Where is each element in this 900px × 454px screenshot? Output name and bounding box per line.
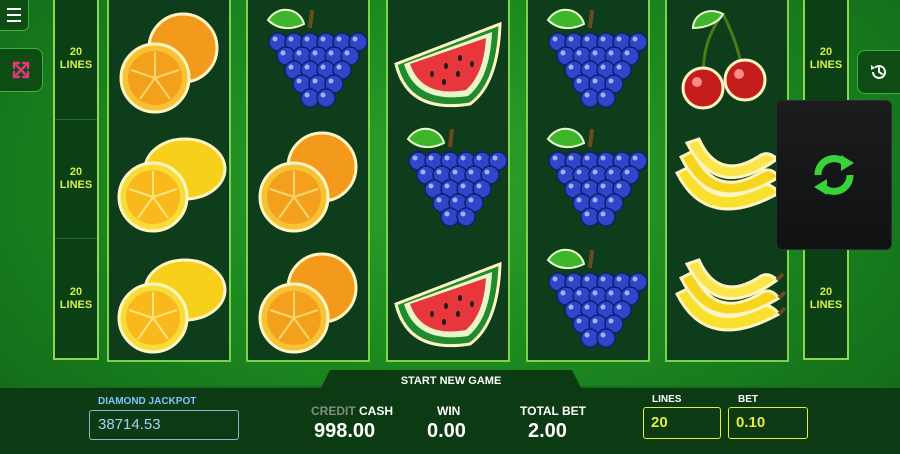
- banana-symbol: [667, 244, 787, 364]
- cash-label[interactable]: CASH: [359, 404, 393, 418]
- lines-selector[interactable]: 20: [643, 407, 721, 439]
- credit-cash-label[interactable]: CREDIT CASH: [311, 404, 393, 418]
- menu-icon: [7, 8, 21, 10]
- grapes-symbol: [528, 244, 648, 364]
- fullscreen-icon: [12, 61, 30, 79]
- grapes-symbol: [528, 4, 648, 124]
- reel-3: [386, 0, 510, 362]
- lemon-symbol: [109, 123, 229, 243]
- win-label: WIN: [437, 404, 461, 418]
- credit-label[interactable]: CREDIT: [311, 404, 356, 418]
- fullscreen-button[interactable]: [0, 48, 43, 92]
- jackpot-value: 38714.53: [89, 410, 239, 440]
- cherry-symbol: [667, 4, 787, 124]
- start-new-game-button[interactable]: START NEW GAME: [318, 375, 584, 387]
- lines-indicator: 20LINES: [55, 120, 97, 240]
- lemon-symbol: [109, 244, 229, 364]
- watermelon-symbol: [388, 244, 508, 364]
- spin-icon: [814, 155, 854, 195]
- orange-symbol: [248, 123, 368, 243]
- win-value: 0.00: [427, 420, 466, 442]
- reel-4: [526, 0, 650, 362]
- watermelon-symbol: [388, 4, 508, 124]
- bet-selector[interactable]: 0.10: [728, 407, 808, 439]
- spin-button[interactable]: [776, 100, 892, 250]
- lines-label: LINES: [652, 394, 682, 405]
- lines-indicator: 20LINES: [55, 0, 97, 120]
- history-icon: [871, 64, 886, 79]
- grapes-symbol: [248, 4, 368, 124]
- grapes-symbol: [528, 123, 648, 243]
- total-bet-value: 2.00: [528, 420, 567, 442]
- history-button[interactable]: [857, 50, 900, 94]
- cash-value: 998.00: [314, 420, 376, 442]
- orange-symbol: [248, 244, 368, 364]
- lines-indicator: 20LINES: [809, 285, 843, 311]
- left-lines-panel: 20 LINES 20 LINES 20 LINES: [53, 0, 99, 360]
- lines-indicator: 20LINES: [59, 285, 93, 311]
- jackpot-label: DIAMOND JACKPOT: [98, 396, 197, 407]
- banana-symbol: [667, 123, 787, 243]
- bet-label: BET: [738, 394, 758, 405]
- orange-symbol: [109, 4, 229, 124]
- grapes-symbol: [388, 123, 508, 243]
- menu-button[interactable]: [0, 0, 29, 31]
- total-bet-label: TOTAL BET: [520, 404, 586, 418]
- reel-5: [665, 0, 789, 362]
- reel-1: [107, 0, 231, 362]
- reel-2: [246, 0, 370, 362]
